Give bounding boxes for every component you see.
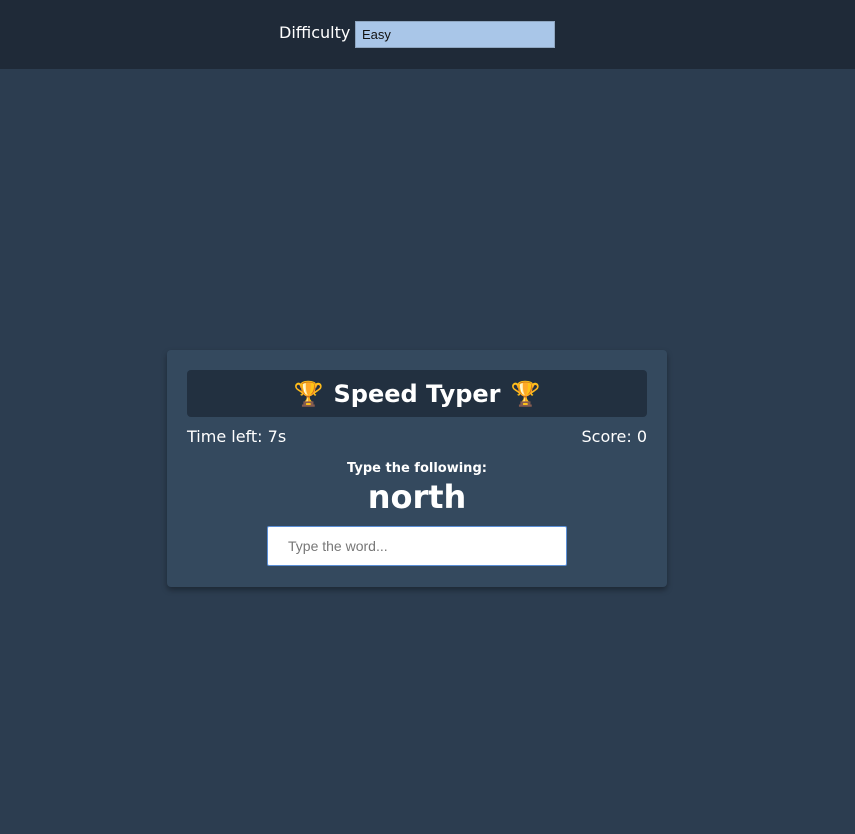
prompt-label: Type the following:: [347, 461, 487, 476]
target-word: north: [367, 478, 467, 516]
score-label: Score:: [581, 427, 632, 446]
word-input[interactable]: [267, 526, 567, 566]
game-title: Speed Typer: [333, 379, 501, 408]
title-box: 🏆 Speed Typer 🏆: [187, 370, 647, 417]
difficulty-label: Difficulty: [279, 23, 351, 42]
difficulty-select[interactable]: Easy: [355, 21, 555, 48]
score: Score: 0: [582, 427, 647, 447]
time-left: Time left: 7s: [187, 427, 286, 447]
game-card: 🏆 Speed Typer 🏆 Time left: 7s Score: 0 T…: [167, 350, 667, 587]
time-left-label: Time left:: [187, 427, 263, 446]
score-value: 0: [636, 427, 647, 446]
settings-bar: Difficulty Easy: [0, 0, 855, 69]
trophy-icon: 🏆: [293, 379, 324, 408]
trophy-icon: 🏆: [510, 379, 541, 408]
time-left-value: 7s: [267, 427, 287, 446]
